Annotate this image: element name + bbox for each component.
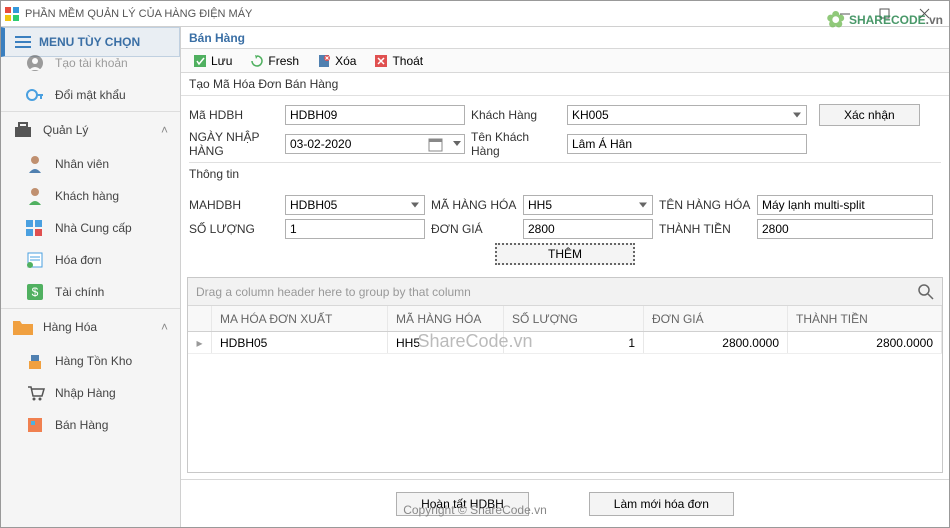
label-dongia: ĐƠN GIÁ bbox=[431, 222, 517, 236]
save-icon bbox=[193, 54, 207, 68]
combo-khachhang[interactable] bbox=[567, 105, 807, 125]
confirm-button[interactable]: Xác nhận bbox=[819, 104, 920, 126]
invoice-icon bbox=[25, 250, 45, 270]
svg-text:$: $ bbox=[32, 285, 39, 299]
sidebar-item-nhacungcap[interactable]: Nhà Cung cấp bbox=[1, 212, 180, 244]
sidebar-item-khachhang[interactable]: Khách hàng bbox=[1, 180, 180, 212]
exit-icon bbox=[374, 54, 388, 68]
brand-watermark: ✿ SHARECODE.vn bbox=[827, 7, 943, 33]
delete-button[interactable]: Xóa bbox=[313, 52, 360, 70]
label-ngaynhap: NGÀY NHẬP HÀNG bbox=[189, 130, 279, 158]
chevron-down-icon bbox=[453, 141, 461, 146]
footer: Hoàn tất HDBH Làm mới hóa đơn bbox=[181, 479, 949, 527]
label-thanhtien: THÀNH TIỀN bbox=[659, 222, 751, 236]
sidebar-item-hoadon[interactable]: Hóa đơn bbox=[1, 244, 180, 276]
col-header[interactable]: ĐƠN GIÁ bbox=[644, 306, 788, 331]
col-header[interactable]: THÀNH TIỀN bbox=[788, 306, 942, 331]
toolbar: Lưu Fresh Xóa Thoát bbox=[181, 49, 949, 73]
clear-button[interactable]: Làm mới hóa đơn bbox=[589, 492, 734, 516]
input-mahdbh[interactable] bbox=[285, 105, 465, 125]
save-button[interactable]: Lưu bbox=[189, 52, 236, 70]
label-khachhang: Khách Hàng bbox=[471, 108, 561, 122]
input-tenhh[interactable] bbox=[757, 195, 933, 215]
sidebar-item-nhanvien[interactable]: Nhân viên bbox=[1, 148, 180, 180]
col-header[interactable]: MÃ HÀNG HÓA bbox=[388, 306, 504, 331]
stock-icon bbox=[25, 351, 45, 371]
chevron-up-icon: ˄ bbox=[161, 320, 168, 334]
briefcase-icon bbox=[13, 120, 33, 140]
complete-button[interactable]: Hoàn tất HDBH bbox=[396, 492, 529, 516]
input-dongia[interactable] bbox=[523, 219, 653, 239]
content-area: Bán Hàng Lưu Fresh Xóa Thoát Tạo Mã Hóa … bbox=[181, 27, 949, 527]
refresh-icon bbox=[250, 54, 264, 68]
search-icon[interactable] bbox=[918, 284, 934, 300]
sidebar-item-banhang[interactable]: Bán Hàng bbox=[1, 409, 180, 441]
data-grid: Drag a column header here to group by th… bbox=[187, 277, 943, 473]
user-plus-icon bbox=[25, 53, 45, 73]
label-soluong: SỐ LƯỢNG bbox=[189, 222, 279, 236]
title-bar: PHẦN MỀM QUẢN LÝ CỦA HÀNG ĐIỆN MÁY bbox=[1, 1, 949, 27]
grid-header: MA HÓA ĐƠN XUẤT MÃ HÀNG HÓA SỐ LƯỢNG ĐƠN… bbox=[188, 306, 942, 332]
label-tenhh: TÊN HÀNG HÓA bbox=[659, 198, 751, 212]
grid-group-panel[interactable]: Drag a column header here to group by th… bbox=[188, 278, 942, 306]
person-icon bbox=[25, 154, 45, 174]
combo-mahdbh[interactable] bbox=[285, 195, 425, 215]
chevron-up-icon: ˄ bbox=[161, 123, 168, 137]
label-mahdbh2: MAHDBH bbox=[189, 198, 279, 212]
label-tenkh: Tên Khách Hàng bbox=[471, 130, 561, 158]
add-button[interactable]: THÊM bbox=[495, 243, 635, 265]
sidebar-group-quanly[interactable]: Quản Lý ˄ bbox=[1, 112, 180, 148]
customer-icon bbox=[25, 186, 45, 206]
delete-icon bbox=[317, 54, 331, 68]
sidebar-item-nhaphang[interactable]: Nhập Hàng bbox=[1, 377, 180, 409]
sidebar-item-taichinh[interactable]: $ Tài chính bbox=[1, 276, 180, 308]
input-soluong[interactable] bbox=[285, 219, 425, 239]
app-icon bbox=[5, 7, 19, 21]
cart-icon bbox=[25, 383, 45, 403]
combo-mahh[interactable] bbox=[523, 195, 653, 215]
date-input[interactable] bbox=[285, 134, 465, 154]
label-mahdbh: Mã HDBH bbox=[189, 108, 279, 122]
sidebar-item-change-password[interactable]: Đổi mật khẩu bbox=[1, 79, 180, 111]
sidebar: MENU TÙY CHỌN Tạo tài khoản Đổi mật khẩu… bbox=[1, 27, 181, 527]
sidebar-item-create-account[interactable]: Tạo tài khoản bbox=[1, 47, 180, 79]
thongtin-label: Thông tin bbox=[189, 162, 941, 185]
key-icon bbox=[25, 85, 45, 105]
input-tenkh[interactable] bbox=[567, 134, 807, 154]
col-header[interactable]: MA HÓA ĐƠN XUẤT bbox=[212, 306, 388, 331]
money-icon: $ bbox=[25, 282, 45, 302]
refresh-button[interactable]: Fresh bbox=[246, 52, 303, 70]
sidebar-item-hangtonkho[interactable]: Hàng Tồn Kho bbox=[1, 345, 180, 377]
exit-button[interactable]: Thoát bbox=[370, 52, 427, 70]
supplier-icon bbox=[25, 218, 45, 238]
label-mahh: MÃ HÀNG HÓA bbox=[431, 198, 517, 212]
window-title: PHẦN MỀM QUẢN LÝ CỦA HÀNG ĐIỆN MÁY bbox=[25, 8, 252, 20]
sales-icon bbox=[25, 415, 45, 435]
input-thanhtien[interactable] bbox=[757, 219, 933, 239]
calendar-icon bbox=[429, 137, 443, 151]
section-title: Tạo Mã Hóa Đơn Bán Hàng bbox=[181, 73, 949, 96]
sidebar-group-hanghoa[interactable]: Hàng Hóa ˄ bbox=[1, 309, 180, 345]
table-row[interactable]: ▸ HDBH05 HH5 1 2800.0000 2800.0000 bbox=[188, 332, 942, 354]
folder-icon bbox=[13, 317, 33, 337]
row-indicator: ▸ bbox=[188, 332, 212, 353]
col-header[interactable]: SỐ LƯỢNG bbox=[504, 306, 644, 331]
